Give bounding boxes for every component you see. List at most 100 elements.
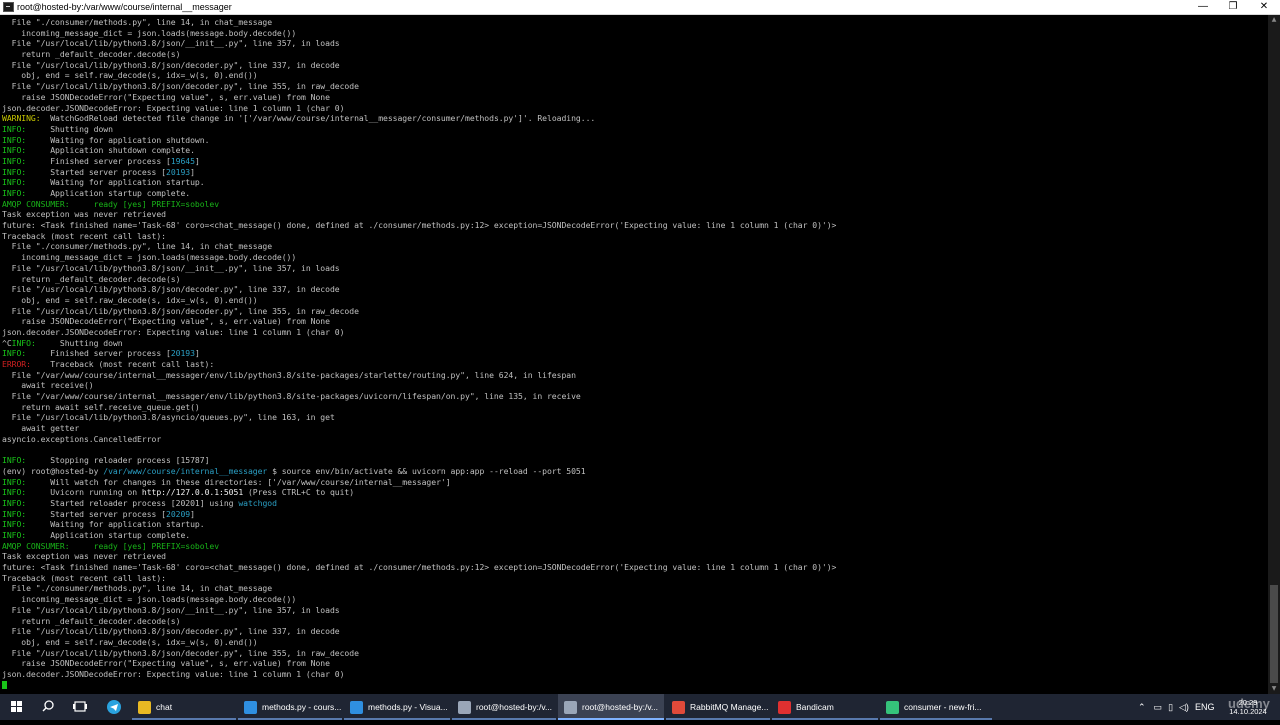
- terminal-text: INFO:: [2, 177, 27, 188]
- window-title: root@hosted-by:/var/www/course/internal_…: [17, 2, 232, 12]
- terminal-text: File "/var/www/course/internal__messager…: [2, 369, 576, 380]
- telegram-taskbar-button[interactable]: [100, 694, 128, 720]
- terminal-text: File "/usr/local/lib/python3.8/json/deco…: [2, 81, 359, 92]
- terminal-text: Task exception was never retrieved: [2, 209, 166, 220]
- terminal-line: return _default_decoder.decode(s): [2, 49, 1266, 60]
- terminal-output[interactable]: File "./consumer/methods.py", line 14, i…: [2, 17, 1266, 693]
- terminal-prompt-line[interactable]: [2, 680, 1266, 691]
- taskbar-app-button[interactable]: RabbitMQ Manage...: [666, 694, 770, 720]
- tray-chevron-up-icon[interactable]: ⌃: [1138, 702, 1146, 713]
- search-button[interactable]: [36, 694, 60, 720]
- terminal-text: 20209: [166, 508, 191, 519]
- close-button[interactable]: ✕: [1249, 0, 1279, 14]
- terminal-line: INFO: Waiting for application startup.: [2, 519, 1266, 530]
- task-view-button[interactable]: [68, 694, 92, 720]
- terminal-text: ]: [190, 508, 195, 519]
- system-tray[interactable]: ⌃ ▭ ▯ ◁) ENG: [1138, 694, 1214, 720]
- terminal-line: json.decoder.JSONDecodeError: Expecting …: [2, 669, 1266, 680]
- terminal-text: Finished server process [: [26, 348, 171, 359]
- terminal-text: INFO:: [11, 337, 36, 348]
- terminal-line: File "/var/www/course/internal__messager…: [2, 391, 1266, 402]
- terminal-text: asyncio.exceptions.CancelledError: [2, 433, 162, 444]
- minimize-button[interactable]: —: [1188, 0, 1218, 14]
- terminal-line: return _default_decoder.decode(s): [2, 616, 1266, 627]
- terminal-line: INFO: Application startup complete.: [2, 188, 1266, 199]
- terminal-text: File "/usr/local/lib/python3.8/asyncio/q…: [2, 412, 335, 423]
- terminal-line: future: <Task finished name='Task-68' co…: [2, 220, 1266, 231]
- terminal-text: Started server process [: [26, 166, 166, 177]
- terminal-line: raise JSONDecodeError("Expecting value",…: [2, 316, 1266, 327]
- terminal-line: WARNING: WatchGodReload detected file ch…: [2, 113, 1266, 124]
- terminal-line: json.decoder.JSONDecodeError: Expecting …: [2, 103, 1266, 114]
- terminal-text: File "/usr/local/lib/python3.8/json/__in…: [2, 38, 340, 49]
- terminal-line: INFO: Stopping reloader process [15787]: [2, 455, 1266, 466]
- terminal-line: (env) root@hosted-by /var/www/course/int…: [2, 466, 1266, 477]
- taskbar-app-button[interactable]: chat: [132, 694, 236, 720]
- taskbar-app-button[interactable]: methods.py - Visua...: [344, 694, 450, 720]
- volume-icon[interactable]: ◁): [1179, 702, 1189, 713]
- terminal-text: INFO:: [2, 188, 27, 198]
- terminal-app-icon: [3, 2, 14, 12]
- taskbar-app-button[interactable]: Bandicam: [772, 694, 878, 720]
- terminal-text: Traceback (most recent call last):: [2, 230, 166, 241]
- terminal-text: INFO:: [2, 476, 27, 487]
- language-indicator[interactable]: ENG: [1195, 702, 1215, 712]
- terminal-text: AMQP CONSUMER: ready [yes] PREFIX=sobole…: [2, 198, 220, 209]
- terminal-line: ERROR: Traceback (most recent call last)…: [2, 359, 1266, 370]
- terminal-text: File "/usr/local/lib/python3.8/json/deco…: [2, 59, 340, 70]
- terminal-line: INFO: Waiting for application startup.: [2, 177, 1266, 188]
- terminal-text: /var/www/course/internal__messager: [103, 465, 268, 476]
- terminal-text: ]: [194, 348, 200, 359]
- terminal-text: Waiting for application startup.: [26, 519, 205, 530]
- taskbar-app-button[interactable]: consumer - new-fri...: [880, 694, 992, 720]
- taskbar-app-button[interactable]: methods.py - cours...: [238, 694, 342, 720]
- terminal-text: 20193: [170, 348, 195, 359]
- terminal-line: INFO: Waiting for application shutdown.: [2, 135, 1266, 146]
- terminal-text: AMQP CONSUMER: ready [yes] PREFIX=sobole…: [2, 540, 220, 551]
- window-titlebar[interactable]: root@hosted-by:/var/www/course/internal_…: [0, 0, 1280, 15]
- terminal-text: ^C: [2, 337, 12, 348]
- terminal-line: File "/usr/local/lib/python3.8/json/deco…: [2, 284, 1266, 295]
- terminal-line: INFO: Will watch for changes in these di…: [2, 477, 1266, 488]
- terminal-line: Task exception was never retrieved: [2, 209, 1266, 220]
- terminal-scrollbar[interactable]: ▲ ▼: [1268, 15, 1280, 694]
- terminal-text: Traceback (most recent call last):: [2, 572, 166, 583]
- terminal-text: Application startup complete.: [26, 530, 191, 540]
- restore-button[interactable]: ❐: [1218, 0, 1248, 14]
- terminal-text: INFO:: [2, 348, 27, 359]
- terminal-text: http://127.0.0.1:5051: [141, 487, 244, 498]
- network-icon[interactable]: ▭: [1154, 702, 1163, 713]
- terminal-text: ]: [190, 166, 195, 177]
- terminal-text: INFO:: [2, 487, 27, 498]
- terminal-line: ^CINFO: Shutting down: [2, 338, 1266, 349]
- terminal-text: future: <Task finished name='Task-68' co…: [2, 562, 837, 573]
- terminal-line: raise JSONDecodeError("Expecting value",…: [2, 92, 1266, 103]
- terminal-text: File "./consumer/methods.py", line 14, i…: [2, 17, 273, 27]
- start-button[interactable]: [0, 694, 34, 720]
- scrollbar-thumb[interactable]: [1270, 585, 1278, 683]
- terminal-line: await receive(): [2, 380, 1266, 391]
- chrome-icon: [672, 700, 685, 714]
- terminal-text: obj, end = self.raw_decode(s, idx=_w(s, …: [2, 294, 258, 305]
- terminal-cursor: [2, 681, 7, 690]
- terminal-text: watchgod: [238, 497, 277, 508]
- terminal-text: File "/usr/local/lib/python3.8/json/deco…: [2, 305, 359, 316]
- terminal-text: future: <Task finished name='Task-68' co…: [2, 220, 837, 231]
- search-icon: [42, 700, 54, 712]
- terminal-text: return _default_decoder.decode(s): [2, 49, 181, 60]
- battery-icon[interactable]: ▯: [1168, 702, 1173, 713]
- taskbar-app-button[interactable]: root@hosted-by:/v...: [558, 694, 664, 720]
- terminal-line: INFO: Shutting down: [2, 124, 1266, 135]
- scroll-down-icon[interactable]: ▼: [1268, 684, 1280, 694]
- terminal-line: asyncio.exceptions.CancelledError: [2, 434, 1266, 445]
- terminal-text: 19645: [170, 155, 195, 166]
- terminal-text: INFO:: [2, 166, 27, 177]
- terminal-text: File "/usr/local/lib/python3.8/json/deco…: [2, 647, 359, 658]
- terminal-line: File "/usr/local/lib/python3.8/json/deco…: [2, 648, 1266, 659]
- taskbar-app-button[interactable]: root@hosted-by:/v...: [452, 694, 556, 720]
- scroll-up-icon[interactable]: ▲: [1268, 15, 1280, 25]
- terminal-text: Waiting for application shutdown.: [26, 134, 210, 145]
- terminal-text: ERROR:: [2, 359, 31, 369]
- terminal-text: Started server process [: [26, 508, 166, 519]
